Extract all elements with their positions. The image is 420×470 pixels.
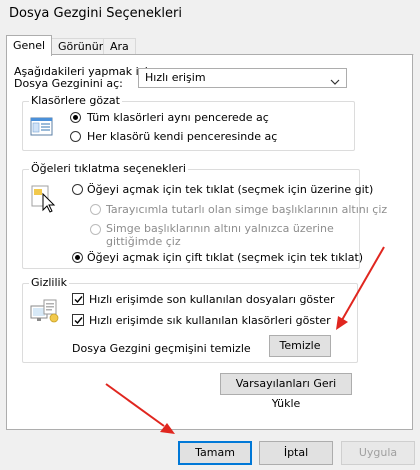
option-single-click-label: Öğeyi açmak için tek tıklat (seçmek için… xyxy=(87,183,374,196)
recent-files-label: Hızlı erişimde son kullanılan dosyaları … xyxy=(89,293,335,306)
radio-same-window[interactable] xyxy=(70,112,81,123)
restore-defaults-button[interactable]: Varsayılanları Geri Yükle xyxy=(220,373,352,410)
radio-single-click[interactable] xyxy=(72,184,83,195)
click-items-title: Öğeleri tıklatma seçenekleri xyxy=(29,162,188,175)
window-title: Dosya Gezgini Seçenekleri xyxy=(9,6,182,21)
checkbox-recent-files[interactable] xyxy=(72,293,84,305)
ok-button[interactable]: Tamam xyxy=(178,441,252,465)
option-double-click-label: Öğeyi açmak için çift tıklat (seçmek içi… xyxy=(87,251,364,264)
radio-underline-hover[interactable] xyxy=(90,224,101,235)
open-with-dropdown[interactable]: Hızlı erişim xyxy=(138,68,347,88)
apply-button[interactable]: Uygula xyxy=(341,441,415,465)
cursor-click-icon xyxy=(30,184,58,217)
privacy-icon xyxy=(30,298,60,329)
checkbox-frequent-folders[interactable] xyxy=(72,314,84,326)
browse-folders-title: Klasörlere gözat xyxy=(29,94,122,107)
open-with-selected: Hızlı erişim xyxy=(145,71,206,84)
open-with-label-line2: Dosya Gezginini aç: xyxy=(14,77,123,90)
radio-new-window[interactable] xyxy=(70,131,81,142)
folder-window-icon xyxy=(30,116,54,141)
radio-underline-browser[interactable] xyxy=(90,204,101,215)
option-underline-hover-label-1: Simge başlıklarının altını yalnızca üzer… xyxy=(106,222,334,235)
checkmark-icon xyxy=(74,317,83,325)
chevron-down-icon xyxy=(330,74,340,92)
tab-search[interactable]: Ara xyxy=(103,38,136,55)
checkmark-icon xyxy=(74,296,83,304)
cancel-button[interactable]: İptal xyxy=(259,441,333,465)
option-underline-browser-label: Tarayıcımla tutarlı olan simge başlıklar… xyxy=(106,203,388,216)
option-new-window-label: Her klasörü kendi penceresinde aç xyxy=(87,130,278,143)
clear-history-button[interactable]: Temizle xyxy=(269,335,331,357)
radio-double-click[interactable] xyxy=(72,252,83,263)
clear-history-label: Dosya Gezgini geçmişini temizle xyxy=(72,342,251,355)
browse-folders-group: Klasörlere gözat xyxy=(22,94,355,151)
frequent-folders-label: Hızlı erişimde sık kullanılan klasörleri… xyxy=(89,314,331,327)
privacy-title: Gizlilik xyxy=(29,276,69,289)
option-same-window-label: Tüm klasörleri aynı pencerede aç xyxy=(87,111,269,124)
tab-general[interactable]: Genel xyxy=(6,35,53,56)
option-underline-hover-label-2: gittiğimde çiz xyxy=(106,235,181,248)
